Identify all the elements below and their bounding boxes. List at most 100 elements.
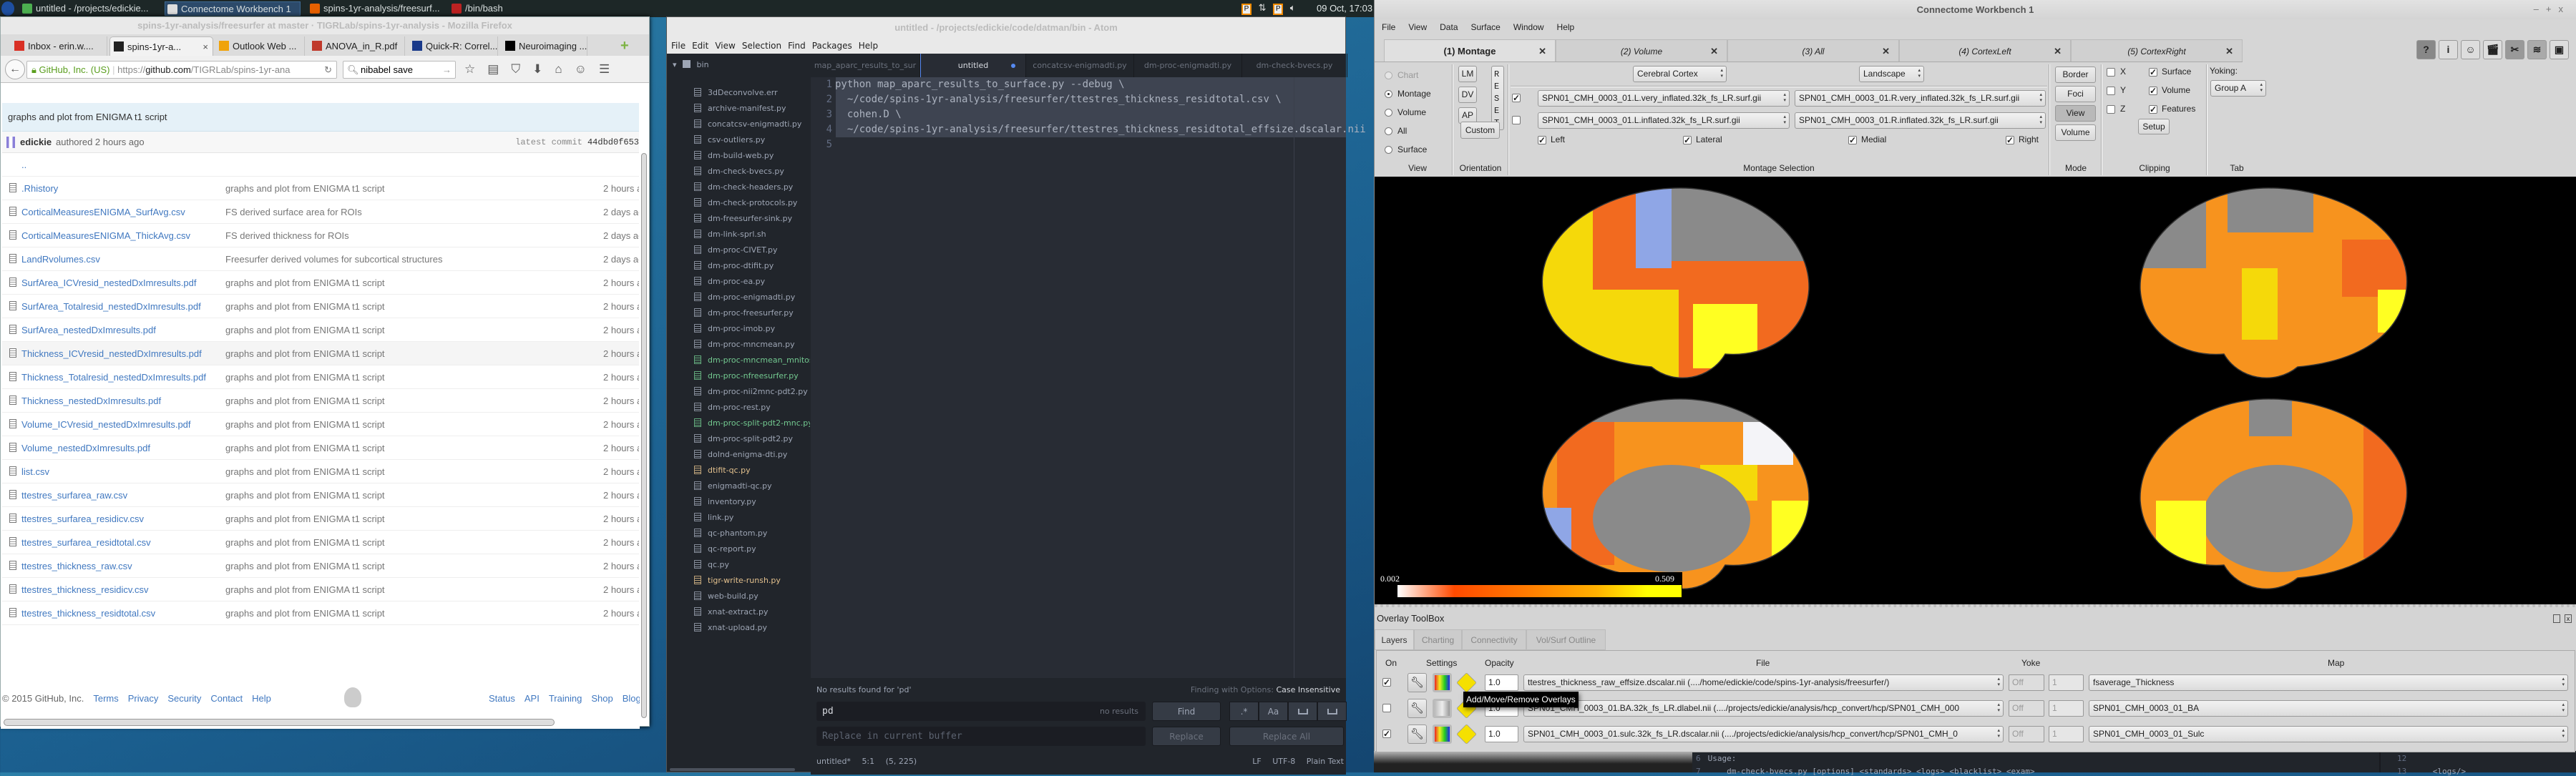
layer-file-select[interactable]: SPN01_CMH_0003_01.sulc.32k_fs_LR.dscalar…: [1523, 726, 2004, 742]
file-row[interactable]: ttestres_surfarea_residicv.csv graphs and…: [2, 507, 639, 531]
view-radio-chart[interactable]: [1385, 72, 1392, 79]
footer-link-api[interactable]: API: [525, 693, 540, 704]
tree-file[interactable]: dm-proc-ea.py: [694, 274, 810, 290]
file-name-link[interactable]: ttestres_thickness_residicv.csv: [21, 578, 149, 601]
replace-button[interactable]: Replace: [1152, 727, 1221, 746]
home-icon[interactable]: ⌂: [555, 62, 574, 76]
clip-features-checkbox[interactable]: ✓: [2149, 105, 2157, 114]
browser-tab[interactable]: Quick-R: Correl...: [409, 36, 498, 56]
brain-surfaces[interactable]: [1375, 177, 2576, 604]
tree-file[interactable]: archive-manifest.py: [694, 101, 810, 117]
browser-tab[interactable]: Inbox - erin.w....: [11, 36, 107, 56]
commit-message[interactable]: graphs and plot from ENIGMA t1 script: [2, 103, 639, 132]
tree-file[interactable]: enigmadti-qc.py: [694, 478, 810, 494]
status-cursor[interactable]: 5:1: [862, 757, 874, 766]
tree-file[interactable]: dm-proc-mncmean.py: [694, 337, 810, 353]
close-toolbox-icon[interactable]: x: [2565, 614, 2572, 623]
file-row[interactable]: SurfArea_Totalresid_nestedDxImresults.pd…: [2, 295, 639, 318]
tree-file[interactable]: dm-proc-dtifit.py: [694, 258, 810, 274]
commit-message-link[interactable]: graphs and plot from ENIGMA t1 script: [225, 483, 385, 507]
tree-root[interactable]: ▾ bin: [673, 57, 709, 73]
tree-file[interactable]: dm-proc-mncmean_mnitoself: [694, 353, 810, 368]
view-radio-surface[interactable]: [1385, 146, 1392, 154]
browser-tab-3[interactable]: (3) All ✕: [1727, 39, 1899, 62]
menu-icon[interactable]: ☰: [599, 62, 622, 76]
file-row[interactable]: LandRvolumes.csv Freesurfer derived volum…: [2, 247, 639, 271]
status-file[interactable]: untitled*: [816, 757, 851, 766]
tree-file[interactable]: dm-proc-freesurfer.py: [694, 305, 810, 321]
new-tab-icon[interactable]: +: [620, 38, 629, 54]
reload-icon[interactable]: ↻: [324, 62, 332, 78]
menu-file[interactable]: File: [671, 41, 686, 51]
tab-close-icon[interactable]: ✕: [1710, 40, 1718, 63]
file-row[interactable]: ttestres_thickness_residtotal.csv graphs …: [2, 601, 639, 625]
tree-file[interactable]: dm-proc-split-pdt2-mnc.py: [694, 416, 810, 431]
commit-message-link[interactable]: graphs and plot from ENIGMA t1 script: [225, 554, 385, 578]
tree-file[interactable]: web-build.py: [694, 589, 810, 604]
tree-file[interactable]: qc.py: [694, 557, 810, 573]
construction-icon[interactable]: [1456, 672, 1477, 693]
montage-medial-checkbox[interactable]: ✓: [1848, 136, 1857, 144]
wrench-icon[interactable]: 🔧︎: [1407, 699, 1427, 718]
clip-surface-checkbox[interactable]: ✓: [2149, 68, 2157, 77]
surface-montage-view[interactable]: 0.002 0.509: [1375, 177, 2576, 604]
file-row[interactable]: SurfArea_ICVresid_nestedDxImresults.pdf g…: [2, 271, 639, 295]
menu-selection[interactable]: Selection: [742, 41, 781, 51]
footer-link-help[interactable]: Help: [252, 693, 271, 704]
tree-scrollbar[interactable]: [670, 768, 795, 771]
browser-tab[interactable]: Outlook Web ...: [215, 36, 305, 56]
tree-file[interactable]: dm-freesurfer-sink.py: [694, 211, 810, 227]
commit-message-link[interactable]: graphs and plot from ENIGMA t1 script: [225, 318, 385, 342]
wrench-icon[interactable]: 🔧︎: [1407, 673, 1427, 692]
footer-link-security[interactable]: Security: [167, 693, 201, 704]
file-name-link[interactable]: .Rhistory: [21, 177, 58, 200]
file-name-link[interactable]: Thickness_nestedDxImresults.pdf: [21, 389, 161, 413]
orientation-lm-button[interactable]: LM: [1458, 66, 1477, 82]
start-menu-icon[interactable]: [1, 1, 14, 16]
toolbox-tab-layers[interactable]: Layers: [1375, 629, 1414, 650]
construction-icon[interactable]: [1456, 724, 1477, 745]
montage-row-checkbox[interactable]: ✓: [1512, 94, 1521, 102]
editor-tab[interactable]: untitled: [920, 54, 1026, 77]
tree-file[interactable]: dm-proc-split-pdt2.py: [694, 431, 810, 447]
tree-file[interactable]: dm-check-bvecs.py: [694, 164, 810, 180]
commit-message-link[interactable]: FS derived thickness for ROIs: [225, 224, 349, 247]
right-surface-select[interactable]: SPN01_CMH_0003_01.R.very_inflated.32k_fs…: [1795, 90, 2046, 107]
commit-message-link[interactable]: graphs and plot from ENIGMA t1 script: [225, 342, 385, 365]
float-toolbox-icon[interactable]: [2553, 614, 2560, 623]
map-index-spinbox[interactable]: 1: [2049, 700, 2084, 717]
file-row[interactable]: Volume_nestedDxImresults.pdf graphs and p…: [2, 436, 639, 460]
file-row[interactable]: ttestres_thickness_raw.csv graphs and plo…: [2, 554, 639, 578]
back-button[interactable]: ←: [5, 59, 25, 79]
footer-link-shop[interactable]: Shop: [591, 693, 613, 704]
yoke-select[interactable]: Off: [2009, 726, 2044, 742]
parent-dir-link[interactable]: ..: [21, 153, 26, 177]
file-row[interactable]: CorticalMeasuresENIGMA_SurfAvg.csv FS der…: [2, 200, 639, 224]
commit-message-link[interactable]: graphs and plot from ENIGMA t1 script: [225, 436, 385, 460]
editor-tab[interactable]: dm-proc-enigmadti.py: [1134, 54, 1242, 77]
right-surface-select[interactable]: SPN01_CMH_0003_01.R.inflated.32k_fs_LR.s…: [1795, 112, 2046, 129]
file-name-link[interactable]: Volume_ICVresid_nestedDxImresults.pdf: [21, 413, 191, 436]
bookmark-star-icon[interactable]: ☆: [464, 62, 487, 76]
file-name-link[interactable]: list.csv: [21, 460, 49, 483]
menu-file[interactable]: File: [1382, 22, 1395, 32]
file-name-link[interactable]: Thickness_ICVresid_nestedDxImresults.pdf: [21, 342, 202, 365]
network-icon[interactable]: ⇅: [1259, 2, 1267, 13]
toolbox-icon[interactable]: ▣: [2550, 40, 2569, 59]
wrench-icon[interactable]: 🔧︎: [1407, 725, 1427, 744]
footer-link-status[interactable]: Status: [489, 693, 515, 704]
clipping-setup-button[interactable]: Setup: [2138, 119, 2170, 134]
file-row[interactable]: ttestres_surfarea_raw.csv graphs and plot…: [2, 483, 639, 507]
layout-select[interactable]: Landscape: [1859, 66, 1924, 82]
author-name[interactable]: edickie: [20, 132, 52, 153]
footer-link-blog[interactable]: Blog: [623, 693, 640, 704]
file-name-link[interactable]: SurfArea_Totalresid_nestedDxImresults.pd…: [21, 295, 201, 318]
download-icon[interactable]: ⬇: [532, 62, 555, 76]
tab-close-icon[interactable]: ✕: [2054, 40, 2062, 63]
file-name-link[interactable]: ttestres_surfarea_residtotal.csv: [21, 531, 151, 554]
toolbox-tab-connectivity[interactable]: Connectivity: [1462, 629, 1526, 650]
mode-volume-button[interactable]: Volume: [2055, 124, 2096, 141]
tree-file[interactable]: tigr-write-runsh.py: [694, 573, 810, 589]
commit-message-link[interactable]: graphs and plot from ENIGMA t1 script: [225, 460, 385, 483]
commit-message-link[interactable]: graphs and plot from ENIGMA t1 script: [225, 531, 385, 554]
